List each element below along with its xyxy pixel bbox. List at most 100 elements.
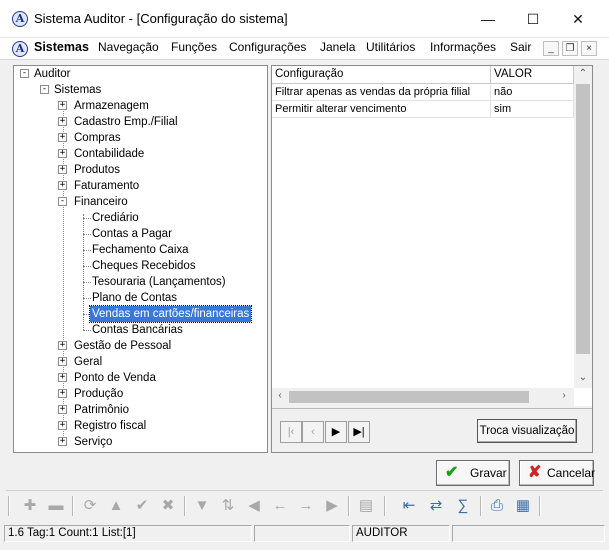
scroll-right-icon[interactable]: › (556, 390, 572, 401)
prior-record-icon[interactable]: ← (270, 496, 290, 516)
transfer-icon[interactable]: ⇄ (426, 496, 446, 516)
mdi-close-icon[interactable]: × (581, 41, 597, 56)
tree-node-leaf[interactable]: Fechamento Caixa (90, 242, 191, 258)
calculate-icon[interactable]: ∑ (453, 496, 473, 516)
menu-funcoes[interactable]: Funções (171, 40, 217, 54)
report-icon[interactable]: ▦ (513, 496, 533, 516)
print-icon[interactable]: ⎙ (487, 496, 507, 516)
config-grid[interactable]: Configuração VALOR Filtrar apenas as ven… (272, 66, 592, 406)
next-icon[interactable]: ▶ (325, 421, 347, 443)
prior-icon[interactable]: ‹ (302, 421, 324, 443)
collapse-icon[interactable]: - (58, 197, 67, 206)
app-logo-icon[interactable]: A (12, 41, 28, 57)
navigator-bar: |‹ ‹ ▶ ▶| Troca visualização (272, 408, 592, 452)
menu-configuracoes[interactable]: Configurações (229, 40, 306, 54)
tree-node-leaf[interactable]: Contas Bancárias (90, 322, 185, 338)
tree-node-group[interactable]: + Faturamento (58, 178, 141, 194)
grid-cell-configuracao[interactable]: Permitir alterar vencimento (272, 101, 491, 118)
export-icon[interactable]: ⇤ (399, 496, 419, 516)
expand-icon[interactable]: + (58, 165, 67, 174)
tree-node-group[interactable]: + Ponto de Venda (58, 370, 158, 386)
mdi-restore-icon[interactable]: ❐ (562, 41, 578, 56)
tree-node-group[interactable]: + Produtos (58, 162, 122, 178)
vertical-scroll-thumb[interactable] (576, 84, 590, 354)
expand-icon[interactable]: + (58, 149, 67, 158)
collapse-icon[interactable]: - (40, 85, 49, 94)
menu-informacoes[interactable]: Informações (430, 40, 496, 54)
column-header-valor[interactable]: VALOR (491, 66, 574, 84)
mdi-minimize-icon[interactable]: _ (543, 41, 559, 56)
expand-icon[interactable]: + (58, 357, 67, 366)
tree-node-leaf[interactable]: Plano de Contas (90, 290, 179, 306)
expand-icon[interactable]: + (58, 437, 67, 446)
grid-cell-valor[interactable]: sim (491, 101, 574, 118)
delete-icon[interactable]: ✖ (158, 496, 178, 516)
toolbar-separator (539, 496, 541, 516)
scroll-left-icon[interactable]: ‹ (272, 390, 288, 401)
remove-icon[interactable]: ▬ (46, 496, 66, 516)
tree-node-auditor[interactable]: - Auditor (20, 66, 72, 82)
grid-cell-valor[interactable]: não (491, 84, 574, 101)
expand-icon[interactable]: + (58, 341, 67, 350)
add-icon[interactable]: ✚ (20, 496, 40, 516)
refresh-icon[interactable]: ⟳ (80, 496, 100, 516)
tree-node-leaf[interactable]: Contas a Pagar (90, 226, 174, 242)
app-logo-icon: A (12, 11, 28, 27)
minimize-icon[interactable]: — (465, 0, 511, 38)
scroll-up-icon[interactable]: ⌃ (575, 68, 591, 79)
expand-icon[interactable]: + (58, 181, 67, 190)
scroll-down-icon[interactable]: ⌄ (575, 372, 591, 383)
expand-icon[interactable]: + (58, 117, 67, 126)
gravar-button[interactable]: ✔ Gravar (436, 460, 510, 486)
tree-node-selected[interactable]: Vendas em cartões/financeiras (88, 305, 253, 323)
next-record-icon[interactable]: → (296, 496, 316, 516)
status-bar: 1.6 Tag:1 Count:1 List:[1] AUDITOR (0, 523, 609, 543)
menu-sair[interactable]: Sair (510, 40, 531, 54)
expand-icon[interactable]: + (58, 133, 67, 142)
filter-icon[interactable]: ▼ (192, 496, 212, 516)
last-record-icon[interactable]: ▶ (322, 496, 342, 516)
tree-node-group[interactable]: + Armazenagem (58, 98, 151, 114)
system-tree[interactable]: - Auditor - Sistemas + Armazenagem + Cad… (13, 65, 268, 453)
grid-cell-configuracao[interactable]: Filtrar apenas as vendas da própria fili… (272, 84, 491, 101)
tree-node-group[interactable]: + Cadastro Emp./Filial (58, 114, 180, 130)
horizontal-scroll-thumb[interactable] (289, 391, 529, 403)
tree-node-group[interactable]: + Serviço (58, 434, 114, 450)
menu-navegacao[interactable]: Navegação (98, 40, 159, 54)
expand-icon[interactable]: + (58, 101, 67, 110)
last-icon[interactable]: ▶| (348, 421, 370, 443)
tree-node-group[interactable]: + Patrimônio (58, 402, 131, 418)
collapse-icon[interactable]: - (20, 69, 29, 78)
sort-icon[interactable]: ⇅ (218, 496, 238, 516)
menu-janela[interactable]: Janela (320, 40, 355, 54)
tree-node-leaf[interactable]: Tesouraria (Lançamentos) (90, 274, 228, 290)
document-icon[interactable]: ▤ (356, 496, 376, 516)
tree-node-sistemas[interactable]: - Sistemas (40, 82, 103, 98)
first-icon[interactable]: |‹ (280, 421, 302, 443)
expand-icon[interactable]: + (58, 389, 67, 398)
tree-node-leaf[interactable]: Crediário (90, 210, 141, 226)
horizontal-scrollbar[interactable]: ‹ › (272, 388, 574, 406)
menu-sistemas[interactable]: Sistemas (34, 40, 89, 54)
tree-node-group[interactable]: + Produção (58, 386, 125, 402)
tree-node-group[interactable]: + Contabilidade (58, 146, 146, 162)
tree-node-group[interactable]: + Compras (58, 130, 123, 146)
expand-icon[interactable]: + (58, 405, 67, 414)
tree-node-group[interactable]: + Registro fiscal (58, 418, 148, 434)
expand-icon[interactable]: + (58, 421, 67, 430)
tree-node-leaf[interactable]: Cheques Recebidos (90, 258, 198, 274)
menu-utilitarios[interactable]: Utilitários (366, 40, 415, 54)
tree-node-group[interactable]: + Geral (58, 354, 104, 370)
maximize-icon[interactable]: ☐ (510, 0, 556, 38)
cancelar-button[interactable]: ✘ Cancelar (519, 460, 595, 486)
expand-icon[interactable]: + (58, 373, 67, 382)
first-record-icon[interactable]: ◀ (244, 496, 264, 516)
tree-node-financeiro[interactable]: - Financeiro (58, 194, 130, 210)
confirm-icon[interactable]: ✔ (132, 496, 152, 516)
tree-node-group[interactable]: + Gestão de Pessoal (58, 338, 173, 354)
column-header-configuracao[interactable]: Configuração (272, 66, 491, 84)
troca-visualizacao-button[interactable]: Troca visualização (477, 419, 577, 443)
close-icon[interactable]: ✕ (555, 0, 601, 38)
vertical-scrollbar[interactable]: ⌃ ⌄ (574, 66, 592, 388)
up-icon[interactable]: ▲ (106, 496, 126, 516)
